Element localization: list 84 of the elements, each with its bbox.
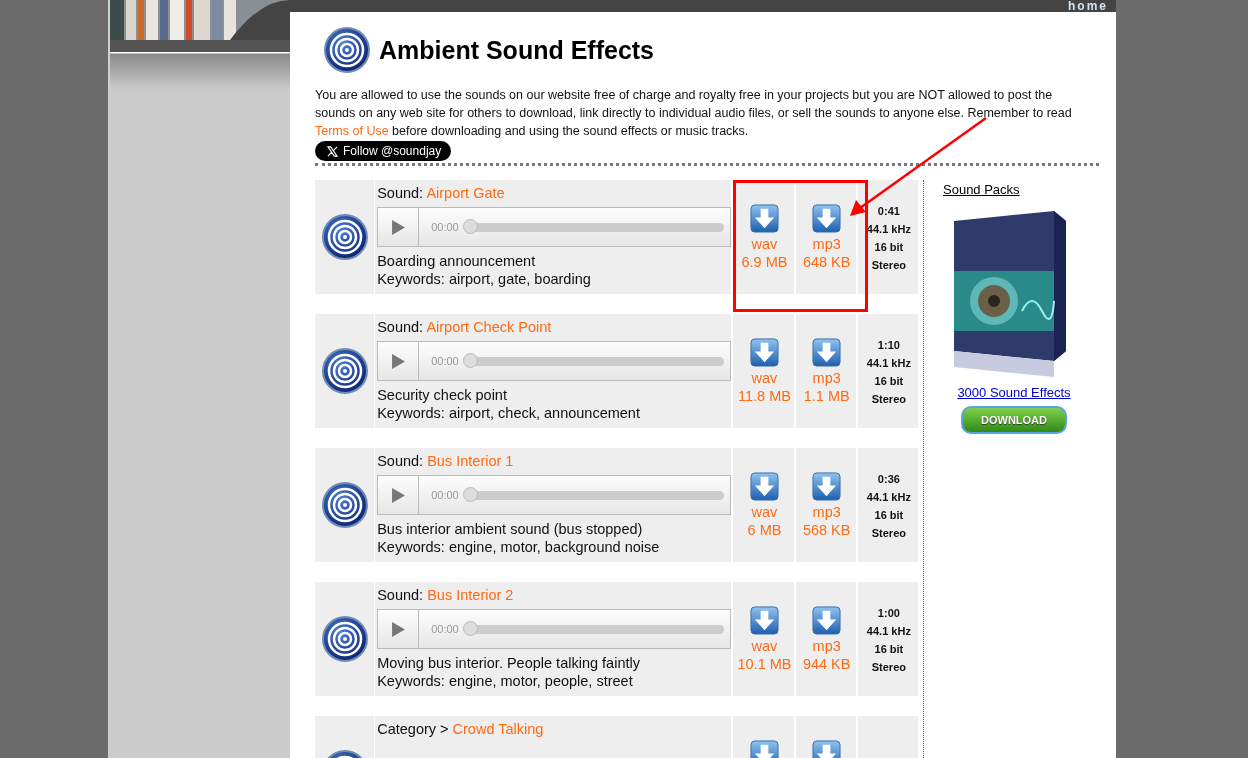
audio-info: 44.1 kHz <box>866 490 911 505</box>
sound-description: Security check point <box>377 386 508 404</box>
format-link[interactable]: wav <box>751 503 778 521</box>
audio-info: 44.1 kHz <box>866 222 911 237</box>
audio-player[interactable]: 00:00 <box>377 475 732 515</box>
audio-info: 1:10 <box>877 338 900 353</box>
download-icon[interactable] <box>812 204 842 233</box>
download-icon[interactable] <box>812 606 842 635</box>
x-logo-icon <box>327 145 338 157</box>
audio-info: 1:00 <box>877 606 900 621</box>
download-button[interactable]: DOWNLOAD <box>961 406 1067 434</box>
time-display: 00:00 <box>431 622 459 637</box>
sound-description: Boarding announcement <box>377 252 537 270</box>
sound-title-link[interactable]: Airport Check Point <box>426 319 552 335</box>
sound-description: Bus interior ambient sound (bus stopped) <box>377 520 644 538</box>
audio-info: 16 bit <box>874 240 904 255</box>
audio-player[interactable]: 00:00 <box>377 341 732 381</box>
sound-label: Sound: <box>377 319 424 335</box>
audio-info: 16 bit <box>874 508 904 523</box>
file-size: 6 MB <box>747 521 782 539</box>
audio-info: 16 bit <box>874 374 904 389</box>
download-icon[interactable] <box>812 472 842 501</box>
sound-keywords: Keywords: engine, motor, people, street <box>377 672 634 690</box>
audio-info: 0:36 <box>877 472 900 487</box>
category-link[interactable]: Crowd Talking <box>452 721 544 737</box>
file-size: 6.9 MB <box>741 253 788 271</box>
follow-button[interactable]: Follow @soundjay <box>315 141 452 161</box>
target-icon <box>323 26 371 74</box>
file-size: 10.1 MB <box>737 655 792 673</box>
audio-info: Stereo <box>871 392 906 407</box>
file-size: 1.1 MB <box>803 387 850 405</box>
audio-info: Stereo <box>871 258 906 273</box>
time-display: 00:00 <box>431 354 459 369</box>
sound-keywords: Keywords: airport, gate, boarding <box>377 270 592 288</box>
download-icon[interactable] <box>749 472 779 501</box>
target-icon <box>320 615 369 663</box>
time-display: 00:00 <box>431 488 459 503</box>
sound-description: Moving bus interior. People talking faintly <box>377 654 641 672</box>
sound-keywords: Keywords: engine, motor, background noise <box>377 538 661 556</box>
sound-title-link[interactable]: Airport Gate <box>426 185 505 201</box>
target-icon <box>320 347 369 395</box>
sound-keywords: Keywords: airport, check, announcement <box>377 404 641 422</box>
format-link[interactable]: mp3 <box>812 369 841 387</box>
play-icon <box>391 353 405 369</box>
download-icon[interactable] <box>749 606 779 635</box>
file-size: 648 KB <box>802 253 851 271</box>
audio-player[interactable]: 00:00 <box>377 207 732 247</box>
audio-info: 44.1 kHz <box>866 356 911 371</box>
sound-label: Sound: <box>377 453 424 469</box>
category-label: Category > <box>377 721 449 737</box>
download-icon[interactable] <box>749 338 779 367</box>
format-link[interactable]: wav <box>751 369 778 387</box>
sound-title-link[interactable]: Bus Interior 2 <box>427 587 514 603</box>
format-link[interactable]: wav <box>751 235 778 253</box>
file-size: 944 KB <box>802 655 851 673</box>
audio-info: Stereo <box>871 660 906 675</box>
sidebar-heading[interactable]: Sound Packs <box>943 182 1020 197</box>
sound-title-link[interactable]: Bus Interior 1 <box>427 453 514 469</box>
play-icon <box>391 219 405 235</box>
audio-player[interactable]: 00:00 <box>377 609 732 649</box>
format-link[interactable]: mp3 <box>812 637 841 655</box>
download-icon[interactable] <box>812 338 842 367</box>
intro-paragraph: You are allowed to use the sounds on our website free of charge and royalty free in your projects but you are NOT allowed to post the sounds on any web site for others to download, link directly to individual audio files, or sell the sounds to anyone else. Remember to read Terms of Use before downloading and using the sound effects or music tracks. <box>315 87 1073 140</box>
target-icon <box>320 481 369 529</box>
file-size: 11.8 MB <box>738 387 791 405</box>
page-title: Ambient Sound Effects <box>379 35 654 65</box>
play-icon <box>391 621 405 637</box>
sound-label: Sound: <box>377 185 424 201</box>
sound-label: Sound: <box>377 587 424 603</box>
target-icon <box>320 213 369 261</box>
download-icon[interactable] <box>749 204 779 233</box>
play-icon <box>391 487 405 503</box>
audio-info: 44.1 kHz <box>866 624 911 639</box>
home-link[interactable]: home <box>1068 0 1108 12</box>
audio-info: 0:41 <box>877 204 900 219</box>
audio-info: 16 bit <box>874 642 904 657</box>
time-display: 00:00 <box>431 220 459 235</box>
format-link[interactable]: mp3 <box>812 235 841 253</box>
terms-link[interactable]: Terms of Use <box>315 124 389 138</box>
sound-pack-link[interactable]: 3000 Sound Effects <box>957 385 1071 400</box>
format-link[interactable]: mp3 <box>812 503 841 521</box>
audio-info: Stereo <box>871 526 906 541</box>
file-size: 568 KB <box>802 521 851 539</box>
format-link[interactable]: wav <box>751 637 778 655</box>
